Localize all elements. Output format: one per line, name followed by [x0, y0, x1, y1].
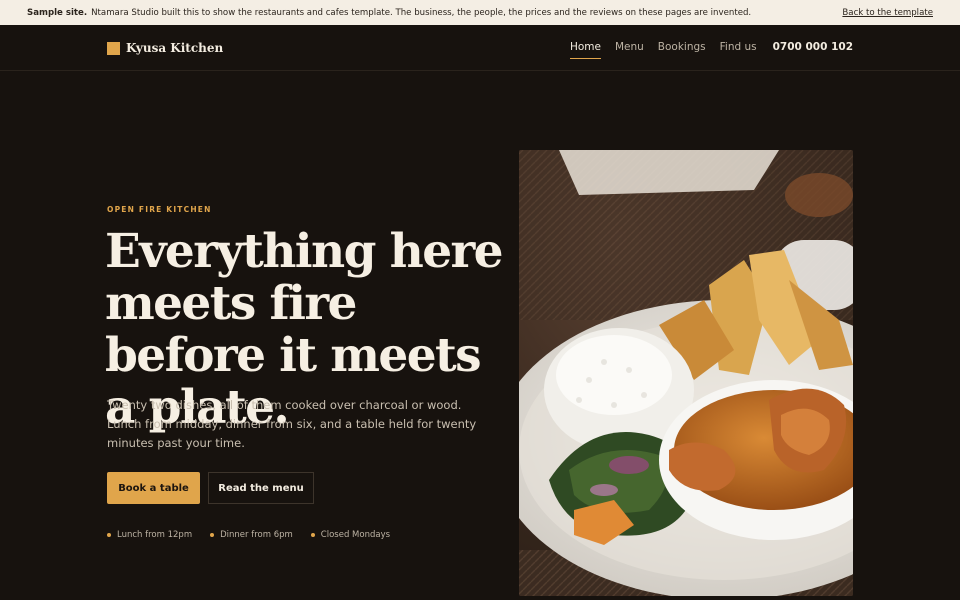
brand-logo[interactable]: Kyusa Kitchen: [107, 41, 223, 55]
nav-link-home[interactable]: Home: [569, 41, 601, 59]
brand-mark-icon: [107, 41, 120, 55]
hours-item: Lunch from 12pm: [107, 530, 192, 540]
hours-item: Closed Mondays: [310, 530, 391, 540]
hours-item: Dinner from 6pm: [210, 530, 293, 540]
hours-label: Lunch from 12pm: [117, 530, 193, 540]
nav-phone-number[interactable]: 0700 000 102: [773, 41, 853, 57]
back-to-template-link[interactable]: Back to the template: [842, 8, 933, 18]
read-the-menu-button[interactable]: Read the menu: [208, 472, 314, 504]
banner-lead: Sample site.: [27, 7, 88, 18]
plated-meal-illustration: [519, 150, 853, 596]
hero-food-photo: [519, 150, 853, 596]
bullet-dot-icon: [310, 533, 315, 537]
sample-site-banner: Sample site. Ntamara Studio built this t…: [0, 0, 960, 25]
top-navigation: Kyusa Kitchen Home Menu Bookings Find us…: [0, 25, 960, 71]
hero-lede: Twenty two dishes, all of them cooked ov…: [107, 398, 477, 450]
banner-text: Ntamara Studio built this to show the re…: [91, 7, 752, 18]
hours-label: Dinner from 6pm: [220, 530, 293, 540]
nav-links: Home Menu Bookings Find us 0700 000 102: [556, 41, 853, 59]
hero-eyebrow: OPEN FIRE KITCHEN: [107, 205, 212, 214]
book-a-table-button[interactable]: Book a table: [107, 472, 200, 504]
nav-link-bookings[interactable]: Bookings: [658, 41, 706, 57]
nav-link-menu[interactable]: Menu: [615, 41, 644, 57]
brand-name: Kyusa Kitchen: [126, 41, 224, 55]
opening-hours: Lunch from 12pm Dinner from 6pm Closed M…: [107, 530, 408, 540]
hours-label: Closed Mondays: [320, 530, 391, 540]
bullet-dot-icon: [210, 533, 215, 537]
nav-link-find-us[interactable]: Find us: [720, 41, 757, 57]
bullet-dot-icon: [107, 533, 111, 537]
